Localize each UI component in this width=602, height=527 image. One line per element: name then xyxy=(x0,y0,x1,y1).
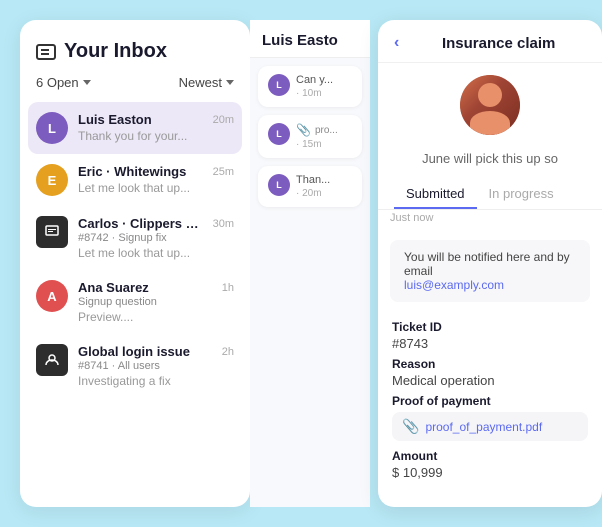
tabs-row: Submitted In progress xyxy=(378,178,602,210)
field-label-ticket: Ticket ID xyxy=(392,320,588,334)
tab-in-progress[interactable]: In progress xyxy=(477,178,566,209)
list-item[interactable]: E Eric · Whitewings Let me look that up.… xyxy=(20,154,250,206)
list-item[interactable]: L Luis Easton Thank you for your... 20m xyxy=(28,102,242,154)
back-button[interactable]: ‹ xyxy=(394,34,399,52)
message-preview: Let me look that up... xyxy=(78,246,203,260)
detail-section: Ticket ID #8743 Reason Medical operation… xyxy=(378,312,602,494)
conversation-messages: L Can y... · 10m L 📎 pro... · 15m L xyxy=(250,58,370,215)
file-name: proof_of_payment.pdf xyxy=(425,420,542,434)
message-preview: Preview.... xyxy=(78,310,212,324)
contact-name: Luis Easton xyxy=(78,112,203,127)
message-time: 25m xyxy=(213,166,234,178)
avatar: L xyxy=(268,174,290,196)
conversation-panel: Luis Easto L Can y... · 10m L 📎 pro... ·… xyxy=(250,20,370,507)
inbox-title: Your Inbox xyxy=(64,40,167,63)
inbox-panel: Your Inbox 6 Open Newest L Luis Easton xyxy=(20,20,250,507)
tab-submitted[interactable]: Submitted xyxy=(394,178,477,209)
conversation-contact-name: Luis Easto xyxy=(262,32,358,49)
field-value-reason: Medical operation xyxy=(392,373,588,388)
avatar: E xyxy=(36,164,68,196)
attachment-text: pro... xyxy=(315,125,338,136)
message-bubble: L 📎 pro... · 15m xyxy=(258,115,362,158)
message-text: Than... xyxy=(296,174,352,186)
item-sub: #8742 · Signup fix xyxy=(78,232,203,244)
field-value-ticket: #8743 xyxy=(392,336,588,351)
avatar: L xyxy=(36,112,68,144)
message-time: 20m xyxy=(213,114,234,126)
notification-email: luis@examply.com xyxy=(404,278,504,292)
field-label-reason: Reason xyxy=(392,357,588,371)
tab-sub-label: Just now xyxy=(378,210,602,230)
avatar: L xyxy=(268,123,290,145)
avatar xyxy=(36,344,68,376)
contact-name: Global login issue xyxy=(78,344,212,359)
item-sub: #8741 · All users xyxy=(78,360,212,372)
inbox-header: Your Inbox 6 Open Newest xyxy=(20,40,250,102)
main-container: Your Inbox 6 Open Newest L Luis Easton xyxy=(0,0,602,527)
message-time: · 20m xyxy=(296,188,352,199)
field-label-amount: Amount xyxy=(392,449,588,463)
chevron-down-icon xyxy=(226,80,234,85)
message-preview: Investigating a fix xyxy=(78,374,212,388)
attachment-preview: 📎 pro... xyxy=(296,123,352,137)
inbox-icon xyxy=(36,44,56,60)
message-preview: Let me look that up... xyxy=(78,181,203,195)
contact-name: Eric · Whitewings xyxy=(78,164,203,179)
contact-name: Ana Suarez xyxy=(78,280,212,295)
contact-name: Carlos · Clippers Co xyxy=(78,216,203,231)
conversation-header: Luis Easto xyxy=(250,20,370,58)
message-time: · 10m xyxy=(296,88,352,99)
avatar xyxy=(36,216,68,248)
avatar: L xyxy=(268,74,290,96)
message-time: 2h xyxy=(222,346,234,358)
notification-box: You will be notified here and by email l… xyxy=(390,240,590,302)
file-attachment[interactable]: 📎 proof_of_payment.pdf xyxy=(392,412,588,441)
open-filter-button[interactable]: 6 Open xyxy=(36,75,91,90)
detail-header: ‹ Insurance claim xyxy=(378,20,602,63)
list-item[interactable]: Carlos · Clippers Co #8742 · Signup fix … xyxy=(20,206,250,270)
inbox-list: L Luis Easton Thank you for your... 20m … xyxy=(20,102,250,398)
chevron-down-icon xyxy=(83,80,91,85)
list-item[interactable]: Global login issue #8741 · All users Inv… xyxy=(20,334,250,398)
paperclip-icon: 📎 xyxy=(296,123,311,137)
detail-panel: ‹ Insurance claim June will pick this up… xyxy=(378,20,602,507)
field-label-proof: Proof of payment xyxy=(392,394,588,408)
message-bubble: L Can y... · 10m xyxy=(258,66,362,107)
newest-filter-button[interactable]: Newest xyxy=(179,75,234,90)
inbox-title-row: Your Inbox xyxy=(36,40,234,63)
pickup-notice: June will pick this up so xyxy=(378,147,602,178)
message-time: 30m xyxy=(213,218,234,230)
message-bubble: L Than... · 20m xyxy=(258,166,362,207)
detail-title: Insurance claim xyxy=(411,35,586,52)
message-preview: Thank you for your... xyxy=(78,129,203,143)
item-sub: Signup question xyxy=(78,296,212,308)
list-item[interactable]: A Ana Suarez Signup question Preview....… xyxy=(20,270,250,334)
paperclip-icon: 📎 xyxy=(402,418,419,435)
user-avatar-large xyxy=(460,75,520,135)
filter-row: 6 Open Newest xyxy=(36,75,234,90)
message-time: 1h xyxy=(222,282,234,294)
avatar-image xyxy=(460,75,520,135)
message-text: Can y... xyxy=(296,74,352,86)
avatar: A xyxy=(36,280,68,312)
field-value-amount: $ 10,999 xyxy=(392,465,588,480)
notification-text: You will be notified here and by email xyxy=(404,250,570,278)
message-time: · 15m xyxy=(296,139,352,150)
